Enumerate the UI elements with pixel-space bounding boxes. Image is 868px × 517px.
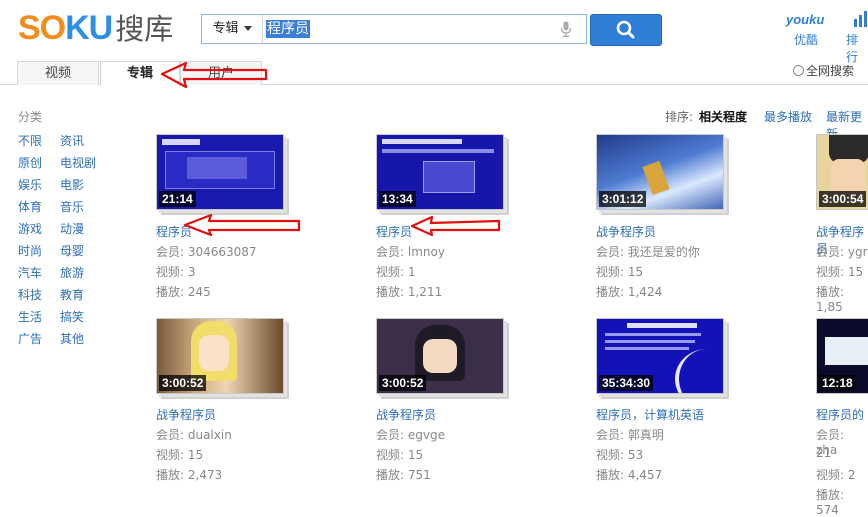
result-title[interactable]: 程序员的 [816, 406, 864, 423]
result-title[interactable]: 战争程序员 [156, 406, 216, 423]
logo-so: SO [18, 9, 66, 47]
duration-badge: 21:14 [159, 191, 196, 207]
result-member: 会员: dualxin [156, 428, 232, 442]
result-extra-line: 21 [816, 446, 832, 460]
soku-logo[interactable]: SOKU 搜库 [18, 10, 173, 48]
result-member: 会员: ygr [816, 245, 868, 259]
category-item[interactable]: 娱乐 [18, 176, 42, 193]
duration-badge: 3:00:52 [159, 375, 207, 391]
result-member: 会员: lmnoy [376, 245, 445, 259]
category-item[interactable]: 不限 [18, 132, 42, 149]
web-search-option[interactable]: 全网搜索 [793, 62, 854, 79]
video-thumbnail[interactable]: 3:00:54 [816, 134, 868, 210]
chevron-down-icon [243, 26, 252, 31]
sort-label: 排序: [665, 110, 694, 124]
category-item[interactable]: 动漫 [60, 220, 84, 237]
category-item[interactable]: 旅游 [60, 264, 84, 281]
result-play-count: 播放: 1,85 [816, 285, 845, 314]
youku-link[interactable]: 优酷 [794, 31, 818, 48]
category-item[interactable]: 电影 [60, 176, 84, 193]
category-item[interactable]: 其他 [60, 330, 84, 347]
category-item[interactable]: 时尚 [18, 242, 42, 259]
duration-badge: 12:18 [819, 375, 856, 391]
search-box: 专辑 程序员 [201, 14, 587, 44]
sort-relevance[interactable]: 相关程度 [699, 108, 747, 125]
category-item[interactable]: 资讯 [60, 132, 84, 149]
result-video-count: 视频: 15 [596, 265, 644, 279]
youku-logo[interactable]: youku [786, 12, 824, 27]
result-play-count: 播放: 1,424 [596, 285, 663, 299]
search-button[interactable] [590, 14, 662, 46]
annotation-arrow-icon [183, 213, 301, 237]
category-item[interactable]: 游戏 [18, 220, 42, 237]
duration-badge: 3:00:54 [819, 191, 867, 207]
result-member: 会员: egvge [376, 428, 445, 442]
category-item[interactable]: 教育 [60, 286, 84, 303]
result-video-count: 视频: 15 [816, 265, 864, 279]
result-video-count: 视频: 15 [156, 448, 204, 462]
search-type-dropdown[interactable]: 专辑 [202, 15, 263, 43]
web-search-label: 全网搜索 [806, 64, 855, 78]
search-icon [616, 20, 635, 39]
result-title[interactable]: 战争程序员 [596, 223, 656, 240]
video-thumbnail[interactable]: 13:34 [376, 134, 504, 210]
result-member: 会员: 我还是爱的你 [596, 245, 700, 259]
result-video-count: 视频: 53 [596, 448, 644, 462]
result-title[interactable]: 战争程序员 [376, 406, 436, 423]
video-thumbnail[interactable]: 3:01:12 [596, 134, 724, 210]
result-member: 会员: 郭真明 [596, 428, 664, 442]
result-title[interactable]: 程序员 [376, 223, 412, 240]
result-title[interactable]: 程序员，计算机英语 [596, 406, 704, 423]
annotation-arrow-icon [160, 61, 268, 89]
result-play-count: 播放: 574 [816, 488, 845, 517]
result-video-count: 视频: 15 [376, 448, 424, 462]
video-thumbnail[interactable]: 3:00:52 [376, 318, 504, 394]
search-input[interactable]: 程序员 [266, 20, 310, 38]
category-item[interactable]: 电视剧 [60, 154, 96, 171]
result-play-count: 播放: 4,457 [596, 468, 663, 482]
result-play-count: 播放: 1,211 [376, 285, 443, 299]
video-thumbnail[interactable]: 35:34:30 [596, 318, 724, 394]
category-item[interactable]: 原创 [18, 154, 42, 171]
category-item[interactable]: 生活 [18, 308, 42, 325]
annotation-arrow-icon [410, 215, 501, 237]
duration-badge: 3:00:52 [379, 375, 427, 391]
category-item[interactable]: 体育 [18, 198, 42, 215]
result-video-count: 视频: 1 [376, 265, 416, 279]
tab-video[interactable]: 视频 [17, 61, 99, 85]
result-video-count: 视频: 3 [156, 265, 196, 279]
category-item[interactable]: 母婴 [60, 242, 84, 259]
category-item[interactable]: 搞笑 [60, 308, 84, 325]
search-type-label: 专辑 [212, 21, 239, 36]
category-item[interactable]: 广告 [18, 330, 42, 347]
result-play-count: 播放: 2,473 [156, 468, 223, 482]
result-play-count: 播放: 751 [376, 468, 431, 482]
category-item[interactable]: 音乐 [60, 198, 84, 215]
ranking-link[interactable]: 排行 [846, 31, 868, 65]
ranking-icon[interactable] [853, 11, 868, 27]
duration-badge: 13:34 [379, 191, 416, 207]
video-thumbnail[interactable]: 3:00:52 [156, 318, 284, 394]
video-thumbnail[interactable]: 12:18 [816, 318, 868, 394]
duration-badge: 35:34:30 [599, 375, 654, 391]
result-video-count: 视频: 2 [816, 468, 856, 482]
category-item[interactable]: 科技 [18, 286, 42, 303]
category-item[interactable]: 汽车 [18, 264, 42, 281]
video-thumbnail[interactable]: 21:14 [156, 134, 284, 210]
duration-badge: 3:01:12 [599, 191, 647, 207]
sort-most-played[interactable]: 最多播放 [764, 108, 812, 125]
result-play-count: 播放: 245 [156, 285, 211, 299]
radio-icon[interactable] [793, 65, 804, 76]
category-title: 分类 [18, 110, 43, 124]
microphone-icon[interactable] [560, 21, 572, 37]
result-member: 会员: 304663087 [156, 245, 257, 259]
logo-ku: KU [65, 9, 113, 47]
logo-cn: 搜库 [115, 14, 174, 46]
